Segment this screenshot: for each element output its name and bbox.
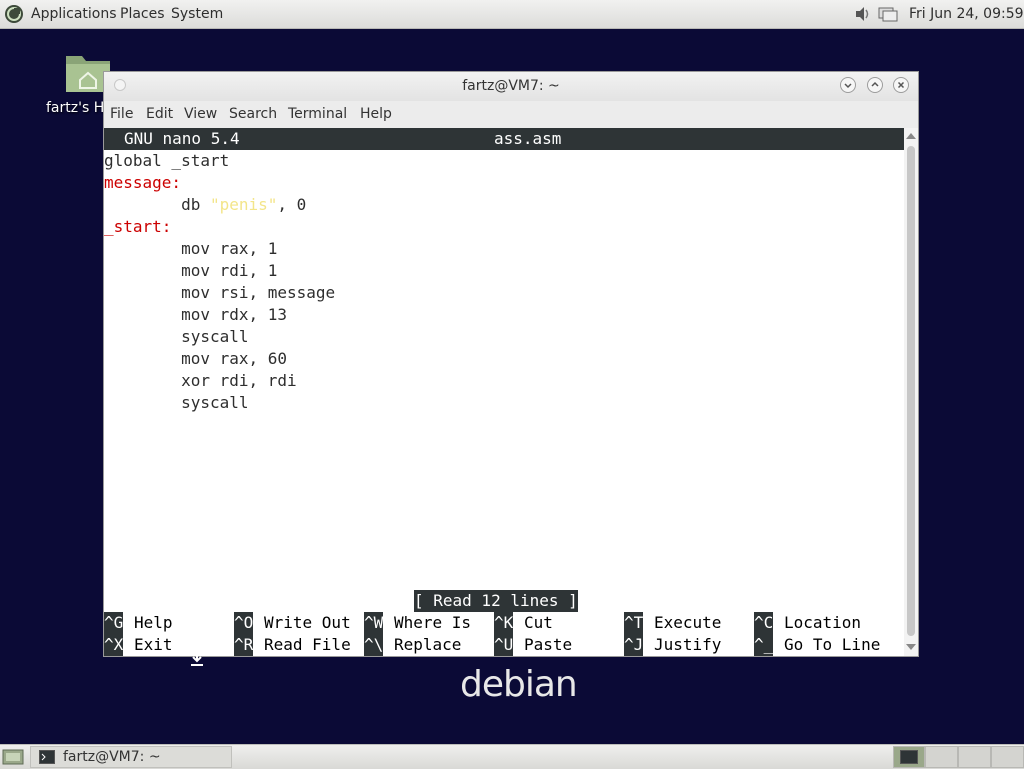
workspace-1[interactable] bbox=[893, 746, 925, 768]
debian-menu-icon[interactable] bbox=[4, 4, 24, 24]
scroll-up-icon[interactable] bbox=[906, 133, 916, 139]
shortcut-label: Execute bbox=[654, 613, 722, 632]
code-line: syscall bbox=[104, 327, 249, 346]
terminal-icon bbox=[900, 750, 918, 764]
code-line: mov rsi, message bbox=[104, 283, 336, 302]
shortcut-label: Exit bbox=[134, 635, 173, 654]
chevron-up-icon bbox=[871, 81, 879, 87]
shortcut-label: Justify bbox=[654, 635, 722, 654]
shortcut-key[interactable]: ^X bbox=[104, 634, 124, 656]
maximize-button[interactable] bbox=[867, 77, 883, 93]
chevron-down-icon bbox=[844, 83, 852, 89]
code-line: mov rax, 60 bbox=[104, 349, 288, 368]
workspace-2[interactable] bbox=[925, 746, 958, 768]
shortcut-label: Replace bbox=[394, 635, 462, 654]
terminal-icon bbox=[39, 750, 55, 764]
menu-view[interactable]: View bbox=[184, 101, 217, 128]
nano-header: GNU nano 5.4 ass.asm bbox=[104, 128, 904, 150]
code-line: xor rdi, rdi bbox=[104, 371, 297, 390]
code-line: mov rdx, 13 bbox=[104, 305, 288, 324]
clock[interactable]: Fri Jun 24, 09:59 bbox=[909, 0, 1024, 28]
top-panel: Applications Places System Fri Jun 24, 0… bbox=[0, 0, 1024, 29]
scroll-down-icon[interactable] bbox=[906, 644, 916, 650]
code-line: message: bbox=[104, 173, 182, 192]
code-text: db bbox=[104, 195, 210, 214]
shortcut-label: Where Is bbox=[394, 613, 472, 632]
shortcut-label: Help bbox=[134, 613, 173, 632]
shortcut-label: Go To Line bbox=[784, 635, 881, 654]
shortcut-key[interactable]: ^U bbox=[494, 634, 514, 656]
close-icon bbox=[897, 81, 905, 89]
menu-help[interactable]: Help bbox=[360, 101, 392, 128]
scrollbar[interactable] bbox=[904, 128, 918, 656]
close-button[interactable] bbox=[893, 77, 909, 93]
menu-applications[interactable]: Applications bbox=[31, 0, 117, 28]
shortcut-key[interactable]: ^J bbox=[624, 634, 644, 656]
terminal-content[interactable]: GNU nano 5.4 ass.asm global _start messa… bbox=[104, 128, 904, 656]
code-line: db "penis", 0 bbox=[104, 194, 306, 216]
nano-filename: ass.asm bbox=[494, 129, 562, 148]
window-title: fartz@VM7: ~ bbox=[462, 78, 560, 94]
scrollbar-thumb[interactable] bbox=[907, 146, 915, 636]
shortcut-key[interactable]: ^_ bbox=[754, 634, 774, 656]
network-icon[interactable] bbox=[877, 5, 899, 23]
shortcut-key[interactable]: ^T bbox=[624, 612, 644, 634]
workspace-4[interactable] bbox=[991, 746, 1024, 768]
workspace-3[interactable] bbox=[958, 746, 991, 768]
menu-file[interactable]: File bbox=[110, 101, 133, 128]
code-line: mov rdi, 1 bbox=[104, 261, 278, 280]
shortcut-key[interactable]: ^C bbox=[754, 612, 774, 634]
shortcut-key[interactable]: ^W bbox=[364, 612, 384, 634]
shortcut-key[interactable]: ^R bbox=[234, 634, 254, 656]
show-desktop-icon[interactable] bbox=[2, 748, 24, 766]
code-line: global _start bbox=[104, 151, 230, 170]
minimize-button[interactable] bbox=[840, 77, 856, 93]
nano-version: GNU nano 5.4 bbox=[124, 129, 240, 148]
shortcut-label: Location bbox=[784, 613, 862, 632]
terminal-window: fartz@VM7: ~ File Edit View Search Termi… bbox=[103, 71, 919, 657]
code-line: _start: bbox=[104, 217, 172, 236]
code-text: , 0 bbox=[277, 195, 307, 214]
shortcut-label: Write Out bbox=[264, 613, 351, 632]
bottom-panel: fartz@VM7: ~ bbox=[0, 744, 1024, 769]
taskbar-label: fartz@VM7: ~ bbox=[63, 749, 161, 765]
code-string: "penis" bbox=[209, 195, 278, 214]
menu-search[interactable]: Search bbox=[229, 101, 277, 128]
shortcut-key[interactable]: ^G bbox=[104, 612, 124, 634]
menu-edit[interactable]: Edit bbox=[146, 101, 173, 128]
shortcut-label: Cut bbox=[524, 613, 553, 632]
debian-logo: debian bbox=[460, 664, 578, 705]
shortcut-key[interactable]: ^O bbox=[234, 612, 254, 634]
code-line: mov rax, 1 bbox=[104, 239, 278, 258]
taskbar-button-terminal[interactable]: fartz@VM7: ~ bbox=[30, 746, 232, 768]
shortcut-label: Read File bbox=[264, 635, 351, 654]
volume-icon[interactable] bbox=[854, 5, 872, 23]
title-bar[interactable]: fartz@VM7: ~ bbox=[104, 72, 918, 101]
download-cursor-icon bbox=[191, 651, 203, 666]
menu-places[interactable]: Places bbox=[120, 0, 165, 28]
menu-system[interactable]: System bbox=[171, 0, 223, 28]
shortcut-key[interactable]: ^\ bbox=[364, 634, 384, 656]
shortcut-key[interactable]: ^K bbox=[494, 612, 514, 634]
code-line: syscall bbox=[104, 393, 249, 412]
nano-status: [ Read 12 lines ] bbox=[414, 590, 578, 612]
menu-bar: File Edit View Search Terminal Help bbox=[104, 101, 918, 128]
home-folder-label[interactable]: fartz's H bbox=[46, 100, 104, 116]
menu-terminal[interactable]: Terminal bbox=[288, 101, 347, 128]
shortcut-label: Paste bbox=[524, 635, 573, 654]
